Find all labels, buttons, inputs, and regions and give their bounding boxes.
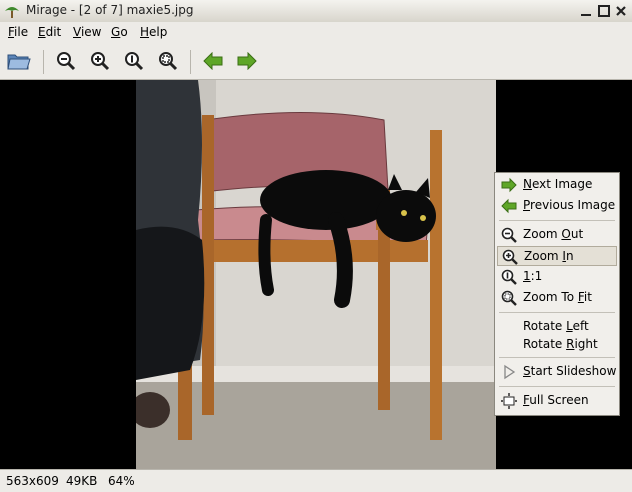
file-size: 49KB [66, 474, 98, 488]
previous-arrow-icon [203, 52, 223, 70]
menu-bar: File Edit View Go Help [0, 22, 632, 42]
maximize-icon[interactable] [596, 3, 612, 19]
zoom-in-icon [91, 52, 110, 71]
image-dimensions: 563x609 [6, 474, 59, 488]
toolbar-separator [43, 50, 44, 74]
window-title: Mirage - [2 of 7] maxie5.jpg [26, 3, 194, 17]
close-icon[interactable] [613, 3, 629, 19]
zoom-level: 64% [108, 474, 135, 488]
menu-file[interactable]: File [8, 25, 28, 39]
mirage-app-icon [5, 7, 19, 18]
toolbar-separator [190, 50, 191, 74]
rotate-left-label: Rotate Left [523, 319, 589, 333]
zoom-out-icon [501, 227, 517, 243]
menu-edit[interactable]: Edit [38, 25, 61, 39]
photo-cat-on-chair [136, 80, 496, 469]
full-screen-label: Full Screen [523, 393, 589, 407]
menu-separator [499, 220, 615, 221]
one-to-one-label: 1:1 [523, 269, 543, 283]
zoom-in-label: Zoom In [524, 249, 574, 263]
zoom-1to1-icon [501, 269, 517, 285]
minimize-icon[interactable] [578, 3, 594, 19]
previous-arrow-icon [501, 198, 517, 214]
next-arrow-icon [237, 52, 257, 70]
menu-help[interactable]: Help [140, 25, 167, 39]
zoom-out-button[interactable] [54, 50, 78, 72]
next-image-button[interactable] [235, 50, 259, 72]
play-icon [504, 364, 516, 380]
zoom-fit-icon [501, 290, 517, 306]
zoom-out-icon [57, 52, 76, 71]
next-image-menu-item[interactable]: Next Image [497, 175, 617, 195]
rotate-right-menu-item[interactable]: Rotate Right [497, 335, 617, 355]
title-bar: Mirage - [2 of 7] maxie5.jpg [0, 0, 632, 23]
menu-separator [499, 386, 615, 387]
menu-separator [499, 357, 615, 358]
open-folder-icon [7, 54, 31, 70]
start-slideshow-menu-item[interactable]: Start Slideshow [497, 362, 617, 382]
zoom-1to1-button[interactable] [122, 50, 146, 72]
menu-go[interactable]: Go [111, 25, 128, 39]
previous-image-button[interactable] [201, 50, 225, 72]
rotate-left-menu-item[interactable]: Rotate Left [497, 317, 617, 337]
full-screen-menu-item[interactable]: Full Screen [497, 391, 617, 411]
menu-separator [499, 312, 615, 313]
toolbar [0, 42, 632, 80]
one-to-one-menu-item[interactable]: 1:1 [497, 267, 617, 287]
open-button[interactable] [7, 50, 31, 72]
start-slideshow-label: Start Slideshow [523, 364, 617, 378]
zoom-1to1-icon [125, 52, 144, 71]
next-image-label: Next Image [523, 177, 593, 191]
previous-image-menu-item[interactable]: Previous Image [497, 196, 617, 216]
menu-view[interactable]: View [73, 25, 101, 39]
zoom-in-menu-item[interactable]: Zoom In [497, 246, 617, 266]
zoom-out-label: Zoom Out [523, 227, 584, 241]
zoom-fit-icon [159, 52, 178, 71]
fullscreen-icon [501, 393, 517, 409]
next-arrow-icon [501, 177, 517, 193]
zoom-to-fit-label: Zoom To Fit [523, 290, 592, 304]
rotate-right-label: Rotate Right [523, 337, 598, 351]
zoom-to-fit-menu-item[interactable]: Zoom To Fit [497, 288, 617, 308]
zoom-in-button[interactable] [88, 50, 112, 72]
zoom-out-menu-item[interactable]: Zoom Out [497, 225, 617, 245]
status-bar: 563x609 49KB 64% [0, 469, 632, 492]
zoom-fit-button[interactable] [156, 50, 180, 72]
previous-image-label: Previous Image [523, 198, 616, 212]
context-menu: Next Image Previous Image Zoom Out Zoom … [494, 172, 620, 416]
zoom-in-icon [502, 249, 518, 265]
